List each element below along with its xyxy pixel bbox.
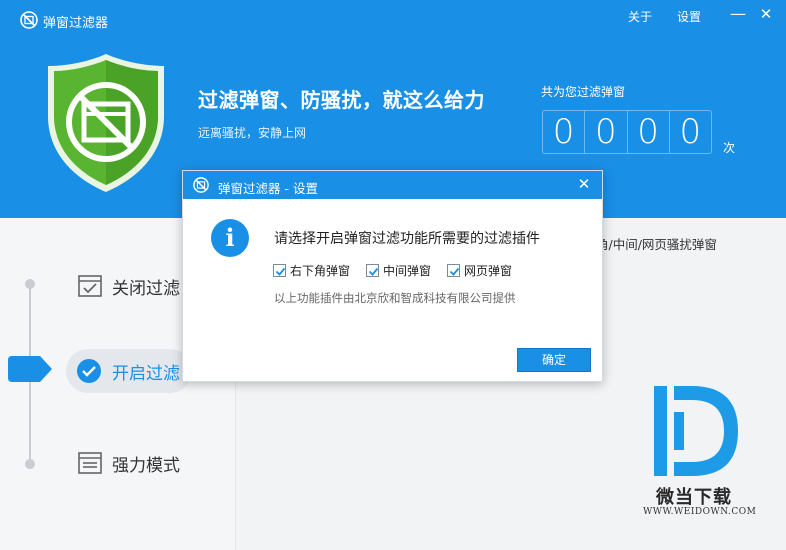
counter-unit: 次 bbox=[723, 141, 736, 155]
hero-subline: 远离骚扰，安静上网 bbox=[198, 126, 307, 140]
filter-description: 角/中间/网页骚扰弹窗 bbox=[596, 237, 717, 252]
mode-label: 强力模式 bbox=[112, 455, 180, 476]
window-check-icon bbox=[78, 275, 102, 297]
plugin-options: 右下角弹窗 中间弹窗 网页弹窗 bbox=[273, 262, 528, 279]
dialog-app-icon bbox=[193, 177, 209, 193]
watermark-name: 微当下载 bbox=[656, 487, 732, 508]
dialog-title: 弹窗过滤器 - 设置 bbox=[218, 181, 318, 196]
shield-icon bbox=[48, 54, 164, 192]
mode-open-filter[interactable]: 开启过滤 bbox=[66, 349, 192, 393]
about-link[interactable]: 关于 bbox=[628, 8, 652, 25]
provider-note: 以上功能插件由北京欣和智成科技有限公司提供 bbox=[274, 291, 516, 305]
counter-label: 共为您过滤弹窗 bbox=[541, 85, 626, 99]
ok-button[interactable]: 确定 bbox=[517, 348, 591, 372]
mode-close-filter[interactable]: 关闭过滤 bbox=[78, 266, 180, 306]
option-label: 右下角弹窗 bbox=[290, 264, 351, 278]
settings-dialog: 弹窗过滤器 - 设置 ✕ i 请选择开启弹窗过滤功能所需要的过滤插件 右下角弹窗… bbox=[182, 170, 603, 382]
counter-digit: 0 bbox=[585, 111, 628, 153]
minimize-button[interactable]: — bbox=[727, 4, 749, 26]
option-web-popup[interactable]: 网页弹窗 bbox=[447, 262, 512, 279]
app-title: 弹窗过滤器 bbox=[43, 16, 109, 31]
option-label: 网页弹窗 bbox=[464, 264, 513, 278]
option-label: 中间弹窗 bbox=[383, 264, 432, 278]
counter-digit: 0 bbox=[679, 112, 702, 152]
watermark-url: WWW.WEIDOWN.COM bbox=[643, 507, 757, 517]
option-center-popup[interactable]: 中间弹窗 bbox=[366, 262, 431, 279]
window-stack-icon bbox=[78, 452, 102, 474]
dialog-close-button[interactable]: ✕ bbox=[573, 173, 595, 195]
check-mark-icon bbox=[275, 267, 286, 276]
app-logo-icon bbox=[20, 11, 38, 29]
mode-power[interactable]: 强力模式 bbox=[78, 443, 180, 483]
block-counter: 0 0 0 0 bbox=[542, 110, 712, 154]
mode-label: 开启过滤 bbox=[112, 363, 180, 384]
check-circle-icon bbox=[77, 359, 101, 383]
check-mark-icon bbox=[368, 267, 379, 276]
timeline-dot bbox=[25, 459, 35, 469]
check-mark-icon bbox=[449, 267, 460, 276]
dialog-message: 请选择开启弹窗过滤功能所需要的过滤插件 bbox=[274, 231, 540, 247]
info-icon: i bbox=[211, 219, 249, 257]
checkbox[interactable] bbox=[447, 264, 461, 277]
checkbox[interactable] bbox=[273, 264, 286, 277]
active-marker-icon bbox=[8, 356, 52, 382]
timeline-dot bbox=[25, 279, 35, 289]
counter-digit: 0 bbox=[543, 111, 586, 153]
counter-digit: 0 bbox=[628, 111, 670, 153]
checkbox[interactable] bbox=[366, 264, 380, 277]
mode-label: 关闭过滤 bbox=[112, 278, 180, 299]
settings-link[interactable]: 设置 bbox=[677, 8, 701, 25]
dialog-titlebar: 弹窗过滤器 - 设置 ✕ bbox=[183, 171, 602, 199]
option-bottom-right-popup[interactable]: 右下角弹窗 bbox=[273, 262, 350, 279]
hero-headline: 过滤弹窗、防骚扰，就这么给力 bbox=[198, 88, 485, 112]
close-button[interactable]: ✕ bbox=[755, 4, 777, 26]
